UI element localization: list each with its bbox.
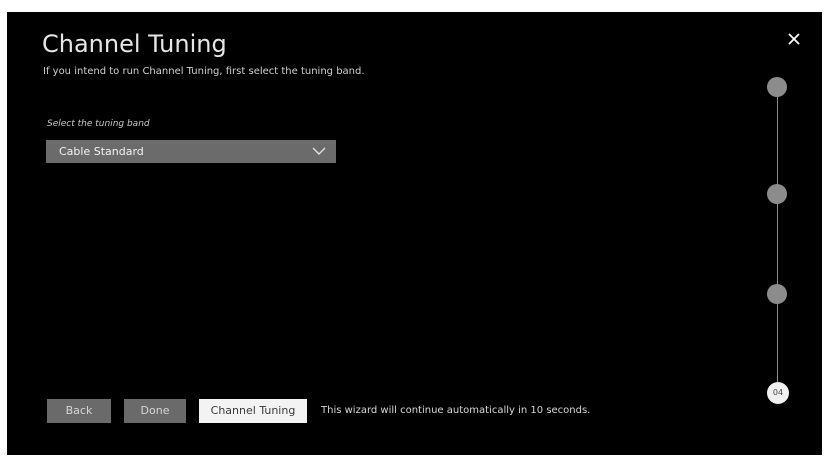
done-button[interactable]: Done — [124, 399, 186, 423]
step-dot-2 — [767, 184, 787, 204]
tuning-band-label: Select the tuning band — [47, 119, 150, 129]
step-progress-line — [777, 88, 778, 390]
page-subtitle: If you intend to run Channel Tuning, fir… — [43, 66, 365, 77]
close-icon — [788, 33, 800, 45]
auto-continue-message: This wizard will continue automatically … — [321, 405, 591, 416]
page-title: Channel Tuning — [42, 30, 227, 58]
chevron-down-icon — [312, 147, 326, 155]
close-button[interactable] — [785, 30, 803, 48]
back-button[interactable]: Back — [47, 399, 111, 423]
step-dot-1 — [767, 77, 787, 97]
channel-tuning-button[interactable]: Channel Tuning — [199, 399, 307, 423]
tuning-band-value: Cable Standard — [59, 145, 144, 158]
tuning-band-select[interactable]: Cable Standard — [46, 140, 336, 163]
channel-tuning-screen: Channel Tuning If you intend to run Chan… — [7, 12, 822, 455]
step-dot-3 — [767, 284, 787, 304]
step-current-indicator: 04 — [767, 382, 789, 404]
